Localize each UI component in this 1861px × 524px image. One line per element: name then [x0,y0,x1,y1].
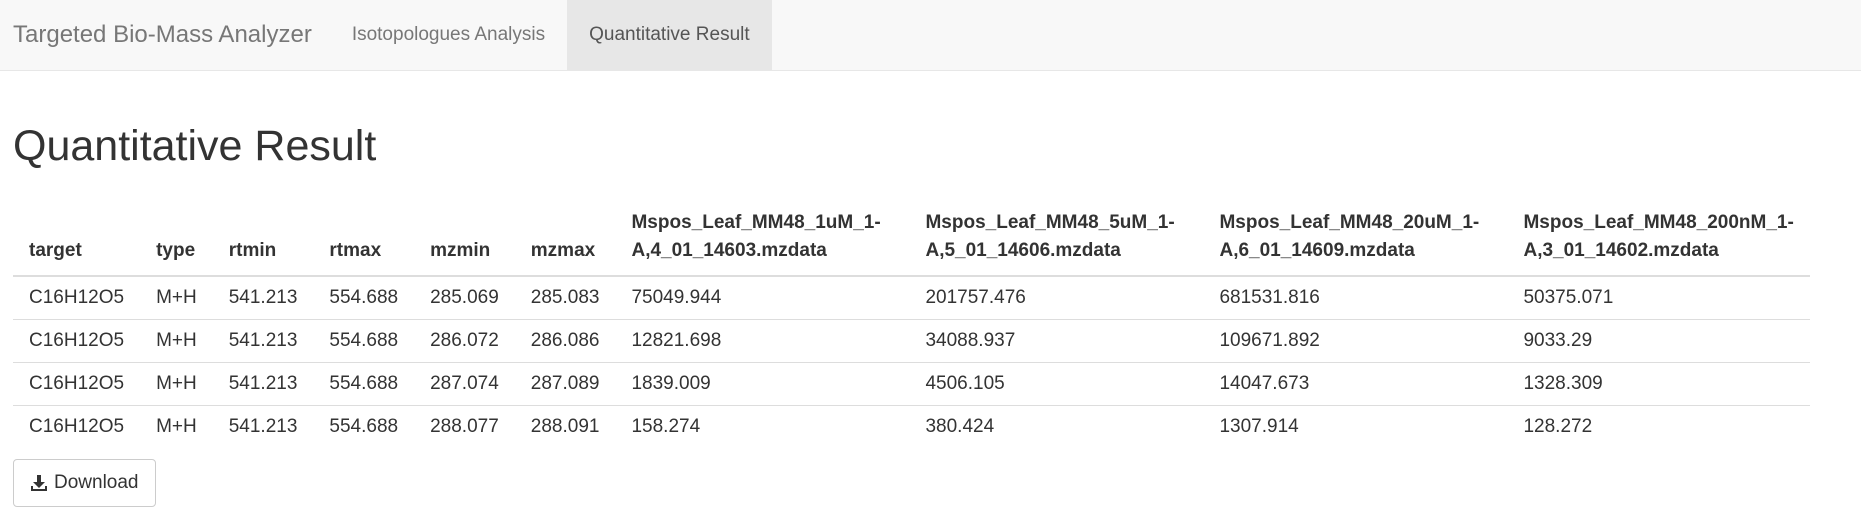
table-row: C16H12O5 M+H 541.213 554.688 285.069 285.083 7… [13,276,1810,320]
cell-sample-200nm: 1328.309 [1507,362,1810,406]
cell-mzmax: 286.086 [514,319,616,363]
cell-target: C16H12O5 [13,362,141,406]
cell-sample-20um: 1307.914 [1203,405,1508,448]
page-title: Quantitative Result [13,122,377,170]
cell-rtmax: 554.688 [313,362,415,406]
column-header-type[interactable]: type [140,209,213,277]
cell-target: C16H12O5 [13,319,141,363]
column-header-rtmax[interactable]: rtmax [313,209,415,277]
cell-sample-5um: 34088.937 [909,319,1204,363]
cell-type: M+H [156,287,197,308]
cell-sample-1um: 1839.009 [615,362,910,406]
cell-mzmax: 287.089 [514,362,616,406]
cell-sample-5um: 4506.105 [909,362,1204,406]
cell-mzmin: 286.072 [414,319,515,363]
cell-rtmin: 541.213 [228,287,298,308]
table-row: C16H12O5 M+H 541.213 554.688 288.077 288.091 1… [13,405,1810,448]
column-header-target[interactable]: target [13,209,141,277]
cell-mzmax: 285.083 [530,287,600,308]
tab-isotopologues-analysis[interactable]: Isotopologues Analysis [330,0,567,70]
column-header-sample-5um[interactable]: Mspos_Leaf_MM48_5uM_1-A,5_01_14606.mzdat… [909,209,1204,277]
cell-rtmin: 541.213 [212,405,314,448]
column-header-sample-200nm[interactable]: Mspos_Leaf_MM48_200nM_1-A,3_01_14602.mzd… [1507,209,1810,277]
cell-rtmax: 554.688 [329,287,399,308]
download-icon [30,474,48,492]
cell-sample-1um: 12821.698 [615,319,910,363]
cell-sample-5um: 201757.476 [925,287,1026,308]
cell-sample-200nm: 50375.071 [1523,287,1614,308]
cell-type: M+H [140,405,213,448]
cell-mzmin: 287.074 [414,362,515,406]
cell-sample-20um: 109671.892 [1203,319,1508,363]
cell-mzmin: 288.077 [414,405,515,448]
cell-rtmax: 554.688 [313,319,415,363]
cell-mzmin: 285.069 [430,287,499,308]
tab-quantitative-result[interactable]: Quantitative Result [567,0,772,70]
cell-sample-20um: 681531.816 [1219,287,1320,308]
cell-rtmin: 541.213 [212,362,314,406]
column-header-mzmin[interactable]: mzmin [414,209,515,277]
cell-sample-5um: 380.424 [909,405,1204,448]
cell-type: M+H [140,362,213,406]
cell-target: C16H12O5 [13,405,141,448]
cell-sample-200nm: 128.272 [1507,405,1810,448]
table-row: C16H12O5 M+H 541.213 554.688 287.074 287.089 1… [13,362,1810,406]
column-header-sample-20um[interactable]: Mspos_Leaf_MM48_20uM_1-A,6_01_14609.mzda… [1203,209,1508,277]
cell-rtmin: 541.213 [212,319,314,363]
column-header-rtmin[interactable]: rtmin [212,209,314,277]
table-header-row: target type rtmin rtmax mzmin mzmax Mspo… [13,209,1810,277]
cell-sample-1um: 75049.944 [631,287,722,308]
cell-rtmax: 554.688 [313,405,415,448]
cell-sample-20um: 14047.673 [1203,362,1508,406]
main-content: Quantitative Result target type rtmin rt… [0,71,1861,507]
app-brand[interactable]: Targeted Bio-Mass Analyzer [0,0,330,70]
column-header-sample-1um[interactable]: Mspos_Leaf_MM48_1uM_1-A,4_01_14603.mzdat… [615,209,910,277]
cell-target: C16H12O5 [29,287,125,308]
cell-mzmax: 288.091 [514,405,616,448]
navbar: Targeted Bio-Mass Analyzer Isotopologues… [0,0,1861,71]
download-button-label: Download [54,472,139,493]
cell-type: M+H [140,319,213,363]
download-button[interactable]: Download [13,459,156,507]
result-table: target type rtmin rtmax mzmin mzmax Mspo… [13,209,1810,448]
cell-sample-1um: 158.274 [615,405,910,448]
cell-sample-200nm: 9033.29 [1507,319,1810,363]
table-row: C16H12O5 M+H 541.213 554.688 286.072 286.086 1… [13,319,1810,363]
column-header-mzmax[interactable]: mzmax [514,209,616,277]
